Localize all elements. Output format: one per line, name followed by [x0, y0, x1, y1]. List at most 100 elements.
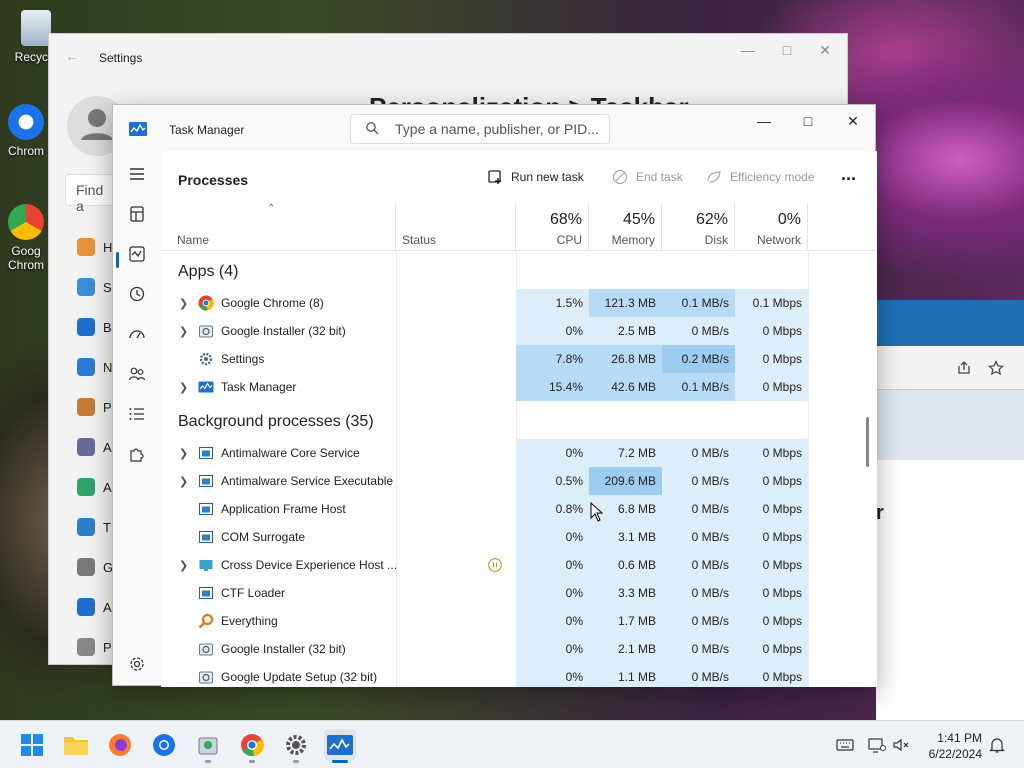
- sidebar-item-processes[interactable]: [123, 200, 151, 228]
- display-icon[interactable]: [868, 736, 886, 754]
- sidebar-item-settings[interactable]: [123, 650, 151, 678]
- table-row[interactable]: ❯ Task Manager 15.4% 42.6 MB 0.1 MB/s 0 Mbps: [161, 373, 861, 401]
- table-row[interactable]: CTF Loader 0% 3.3 MB 0 MB/s 0 Mbps: [161, 579, 861, 607]
- run-new-task-button[interactable]: Run new task: [487, 169, 584, 185]
- process-search-input[interactable]: Type a name, publisher, or PID...: [350, 114, 610, 144]
- chrome-icon: [198, 295, 214, 311]
- magnifier-icon: [198, 613, 214, 629]
- minimize-button[interactable]: —: [741, 42, 755, 59]
- table-row[interactable]: Settings 7.8% 26.8 MB 0.2 MB/s 0 Mbps: [161, 345, 861, 373]
- end-task-button[interactable]: End task: [612, 169, 683, 185]
- maximize-button[interactable]: □: [783, 42, 791, 59]
- efficiency-mode-button[interactable]: Efficiency mode: [706, 169, 815, 185]
- service-icon: [199, 531, 213, 543]
- table-row[interactable]: ❯ Antimalware Core Service 0% 7.2 MB 0 MB/s 0…: [161, 439, 861, 467]
- settings-nav-gaming[interactable]: G: [77, 557, 117, 577]
- settings-nav-time[interactable]: T: [77, 517, 117, 537]
- paused-status-icon: [488, 558, 502, 572]
- account-icon: [77, 478, 95, 496]
- table-row[interactable]: ❯ Antimalware Service Executable 0.5% 209.6…: [161, 467, 861, 495]
- sidebar-item-app-history[interactable]: [123, 280, 151, 308]
- sidebar-item-users[interactable]: [123, 360, 151, 388]
- table-row[interactable]: ❯ Google Chrome (8) 1.5% 121.3 MB 0.1 MB/s 0.…: [161, 289, 861, 317]
- column-header-cpu[interactable]: 68% CPU: [516, 203, 589, 251]
- column-header-memory[interactable]: 45% Memory: [589, 203, 662, 251]
- accessibility-icon: [77, 598, 95, 616]
- chevron-right-icon[interactable]: ❯: [179, 381, 189, 394]
- service-icon: [199, 475, 213, 487]
- system-clock[interactable]: 1:41 PM 6/22/2024: [929, 730, 982, 762]
- desktop-icon-google-chrome[interactable]: Goog Chrom: [4, 204, 48, 272]
- back-arrow-icon[interactable]: ←: [65, 48, 79, 64]
- table-row[interactable]: Everything 0% 1.7 MB 0 MB/s 0 Mbps: [161, 607, 861, 635]
- settings-nav-accounts[interactable]: A: [77, 477, 117, 497]
- table-row[interactable]: Google Installer (32 bit) 0% 2.1 MB 0 MB/s 0…: [161, 635, 861, 663]
- table-row[interactable]: ❯ Google Installer (32 bit) 0% 2.5 MB 0 MB/s…: [161, 317, 861, 345]
- settings-nav-home[interactable]: H: [77, 237, 117, 257]
- process-name: Google Chrome (8): [221, 296, 324, 310]
- table-row[interactable]: COM Surrogate 0% 3.1 MB 0 MB/s 0 Mbps: [161, 523, 861, 551]
- network-cell: 0 Mbps: [735, 467, 808, 495]
- sidebar-item-performance[interactable]: [123, 240, 151, 268]
- close-button[interactable]: ✕: [838, 113, 868, 133]
- settings-window-controls: — □ ✕: [741, 42, 831, 59]
- sidebar-item-details[interactable]: [123, 400, 151, 428]
- minimize-button[interactable]: —: [749, 113, 779, 133]
- settings-nav-network[interactable]: N: [77, 357, 117, 377]
- close-button[interactable]: ✕: [819, 42, 831, 59]
- taskbar-chromium[interactable]: [148, 729, 180, 761]
- mouse-cursor-icon: [590, 502, 604, 522]
- settings-nav-bluetooth[interactable]: B: [77, 317, 117, 337]
- scrollbar-thumb[interactable]: [866, 417, 869, 467]
- hamburger-menu-button[interactable]: [123, 160, 151, 188]
- taskbar-google-chrome[interactable]: [236, 729, 268, 763]
- sidebar-item-services[interactable]: [123, 440, 151, 468]
- page-title: Processes: [178, 172, 249, 188]
- chevron-right-icon[interactable]: ❯: [179, 325, 189, 338]
- column-header-disk[interactable]: 62% Disk: [662, 203, 735, 251]
- keyboard-icon[interactable]: [836, 736, 854, 754]
- maximize-button[interactable]: □: [793, 113, 823, 133]
- network-cell: 0.1 Mbps: [735, 289, 808, 317]
- taskbar-firefox[interactable]: [104, 729, 136, 761]
- settings-nav-system[interactable]: S: [77, 277, 117, 297]
- taskbar-settings[interactable]: [280, 729, 312, 763]
- chevron-right-icon[interactable]: ❯: [179, 447, 189, 460]
- taskbar-installer[interactable]: [192, 729, 224, 763]
- notification-bell-icon[interactable]: [988, 736, 1006, 754]
- task-manager-titlebar[interactable]: Task Manager Type a name, publisher, or …: [113, 105, 877, 151]
- share-icon[interactable]: [956, 360, 972, 376]
- chevron-right-icon[interactable]: ❯: [179, 475, 189, 488]
- start-button[interactable]: [16, 729, 48, 761]
- disk-cell: 0 MB/s: [662, 467, 735, 495]
- table-row[interactable]: Application Frame Host 0.8% 6.8 MB 0 MB/s 0 …: [161, 495, 861, 523]
- star-icon[interactable]: [988, 360, 1004, 376]
- desktop-icon-chromium[interactable]: Chrom: [4, 104, 48, 158]
- processes-toolbar: Processes Run new task End task Efficien…: [161, 151, 877, 203]
- column-header-status[interactable]: Status: [396, 203, 516, 251]
- apps-icon: [77, 438, 95, 456]
- settings-nav-privacy[interactable]: P: [77, 637, 117, 657]
- browser-page-fragment: r: [876, 502, 884, 524]
- process-name: CTF Loader: [221, 586, 286, 600]
- settings-nav-personalization[interactable]: P: [77, 397, 117, 417]
- chevron-right-icon[interactable]: ❯: [179, 297, 189, 310]
- disk-cell: 0 MB/s: [662, 607, 735, 635]
- running-indicator: [249, 760, 255, 763]
- settings-nav-accessibility[interactable]: A: [77, 597, 117, 617]
- network-cell: 0 Mbps: [735, 523, 808, 551]
- run-new-task-label: Run new task: [511, 170, 584, 184]
- volume-muted-icon[interactable]: [892, 736, 910, 754]
- column-header-name[interactable]: ⌃ Name: [161, 203, 396, 251]
- taskbar-file-explorer[interactable]: [60, 729, 92, 761]
- task-manager-icon: [198, 381, 214, 393]
- taskbar-task-manager[interactable]: [324, 729, 356, 763]
- processes-panel: Processes Run new task End task Efficien…: [161, 151, 877, 687]
- chevron-right-icon[interactable]: ❯: [179, 559, 189, 572]
- table-row[interactable]: Google Update Setup (32 bit) 0% 1.1 MB 0 MB…: [161, 663, 861, 687]
- table-row[interactable]: ❯ Cross Device Experience Host ... 0% 0.6 M…: [161, 551, 861, 579]
- sidebar-item-startup-apps[interactable]: [123, 320, 151, 348]
- settings-nav-apps[interactable]: A: [77, 437, 117, 457]
- column-header-network[interactable]: 0% Network: [735, 203, 808, 251]
- more-options-button[interactable]: ...: [841, 164, 856, 185]
